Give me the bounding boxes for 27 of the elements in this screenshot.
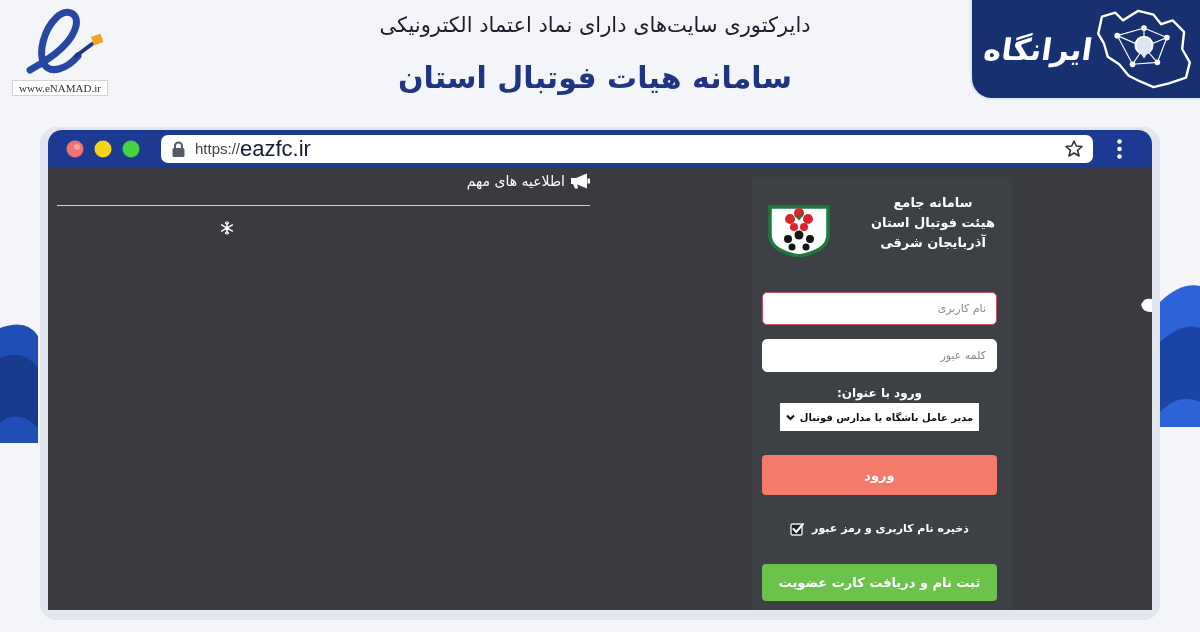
- system-title: سامانه جامع: [893, 194, 973, 212]
- close-dot-icon[interactable]: [66, 139, 84, 158]
- remember-label: ذخیره نام کاربری و رمز عبور: [812, 521, 969, 537]
- brand-logo: ایرانگاه: [970, 0, 1200, 100]
- header-subtitle: دایرکتوری سایت‌های دارای نماد اعتماد الکترونیکی: [379, 12, 811, 38]
- more-menu-icon[interactable]: [1117, 138, 1122, 159]
- logo-caption: www.eNAMAD.ir: [12, 80, 108, 96]
- role-select[interactable]: مدیر عامل باشگاه یا مدارس فوتبال: [779, 403, 980, 431]
- checkbox[interactable]: [790, 522, 805, 536]
- username-field[interactable]: نام کاربری: [762, 292, 997, 325]
- lock-icon: [172, 140, 185, 157]
- role-label: ورود با عنوان:: [836, 385, 923, 401]
- shield-emblem-icon: [768, 203, 830, 257]
- megaphone-icon: [570, 173, 590, 189]
- map-network-icon: [1094, 7, 1194, 91]
- system-title: هیئت فوتبال استان: [871, 214, 995, 232]
- chevron-down-icon: [785, 413, 795, 421]
- system-title: آذربایجان شرقی: [880, 233, 986, 252]
- password-field[interactable]: کلمه عبور: [762, 339, 997, 372]
- minimize-dot-icon[interactable]: [94, 139, 112, 158]
- header-title: سامانه هیات فوتبال استان: [398, 59, 792, 97]
- maximize-dot-icon[interactable]: [122, 139, 140, 158]
- snowflake-icon: [220, 221, 234, 235]
- side-handle-icon: [1140, 298, 1152, 313]
- address-bar[interactable]: https://eazfc.ir: [161, 134, 1093, 163]
- announcements-heading: اطلاعیه های مهم: [466, 173, 565, 189]
- star-icon[interactable]: [1065, 140, 1083, 157]
